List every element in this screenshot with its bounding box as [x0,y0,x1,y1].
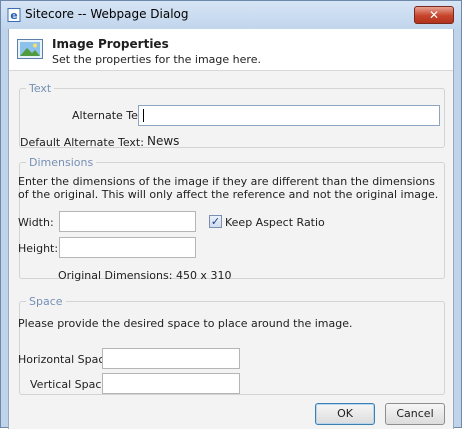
height-input[interactable] [59,237,196,258]
dialog-subtitle: Set the properties for the image here. [52,53,261,66]
original-dimensions: Original Dimensions: 450 x 310 [58,269,232,282]
text-group-legend: Text [29,82,52,95]
ok-button[interactable]: OK [315,403,375,425]
width-label: Width: [18,216,54,229]
width-input[interactable] [59,211,196,232]
horizontal-space-label: Horizontal Space: [18,353,115,366]
dialog-content: Image Properties Set the properties for … [8,29,454,429]
default-alternate-text-label: Default Alternate Text: [20,136,144,149]
svg-text:e: e [10,9,17,22]
space-group: Space Please provide the desired space t… [18,295,445,395]
space-group-legend: Space [29,295,63,308]
text-group: Text Alternate Text: Default Alternate T… [19,82,445,149]
dimensions-group: Dimensions Enter the dimensions of the i… [18,156,445,282]
dialog-title: Image Properties [52,37,169,51]
vertical-space-label: Vertical Space: [30,378,112,391]
alternate-text-input[interactable] [138,105,440,126]
window-title: Sitecore -- Webpage Dialog [25,7,189,21]
keep-aspect-ratio-label: Keep Aspect Ratio [225,216,325,229]
text-caret [143,109,144,122]
close-button[interactable]: ✕ [414,6,454,24]
horizontal-space-input[interactable] [102,348,240,369]
default-alternate-text-value: News [147,134,180,148]
height-label: Height: [18,242,59,255]
dialog-window: e Sitecore -- Webpage Dialog ✕ Image Pro… [0,0,462,429]
keep-aspect-ratio-checkbox[interactable]: ✓ [209,215,222,228]
ie-page-icon: e [7,8,21,22]
title-bar[interactable]: e Sitecore -- Webpage Dialog ✕ [1,1,461,29]
dialog-header: Image Properties Set the properties for … [9,29,453,71]
dimensions-group-legend: Dimensions [29,156,94,169]
cancel-button[interactable]: Cancel [385,403,445,425]
space-description: Please provide the desired space to plac… [18,317,353,330]
vertical-space-input[interactable] [102,373,240,394]
dimensions-description: Enter the dimensions of the image if the… [18,175,439,201]
image-icon [17,39,43,59]
